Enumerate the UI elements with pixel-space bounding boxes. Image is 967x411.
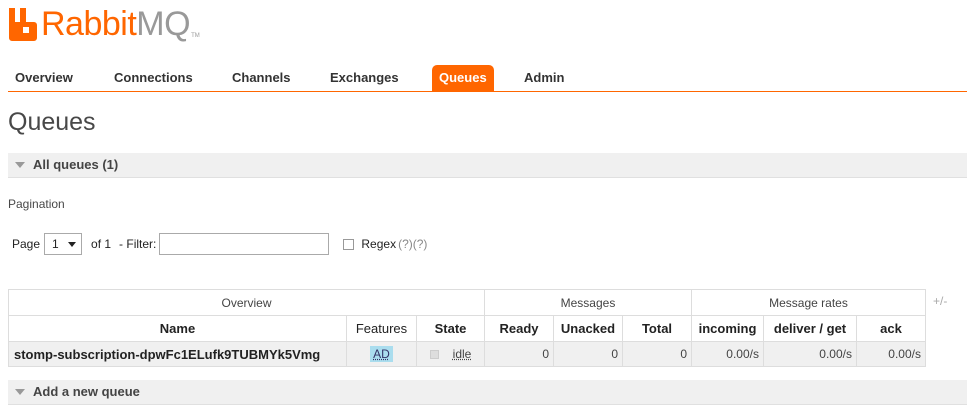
group-header-messages: Messages (484, 289, 692, 316)
queue-ack-rate: 0.00/s (856, 341, 926, 367)
main-nav-tabs: Overview Connections Channels Exchanges … (8, 64, 967, 92)
page-select[interactable]: 1 (44, 233, 83, 255)
logo-wordmark: RabbitMQ (41, 5, 191, 43)
state-indicator-icon (429, 350, 439, 360)
queue-total-value: 0 (622, 341, 692, 367)
group-header-overview: Overview (8, 289, 485, 316)
page-select-value: 1 (52, 237, 59, 251)
queue-state-cell: idle (416, 341, 485, 367)
rabbit-logo-icon (8, 8, 38, 41)
logo-trademark: TM (191, 33, 200, 39)
all-queues-label: All queues (1) (33, 157, 119, 172)
column-header-deliver-get[interactable]: deliver / get (763, 315, 857, 342)
column-header-ack[interactable]: ack (856, 315, 926, 342)
filter-input[interactable] (159, 233, 330, 255)
regex-label: Regex (361, 237, 397, 251)
filter-help-link[interactable]: (?) (413, 237, 428, 251)
column-toggle-link[interactable]: +/- (933, 294, 947, 308)
tab-exchanges[interactable]: Exchanges (323, 64, 406, 91)
table-row[interactable]: stomp-subscription-dpwFc1ELufk9TUBMYk5Vm… (8, 341, 926, 367)
add-queue-label: Add a new queue (33, 384, 140, 399)
queue-state-label: idle (452, 347, 472, 361)
collapse-arrow-icon (15, 162, 25, 168)
queue-name-link[interactable]: stomp-subscription-dpwFc1ELufk9TUBMYk5Vm… (8, 341, 347, 367)
page-count-label: of 1 (91, 237, 112, 251)
feature-badge-ad[interactable]: AD (370, 346, 393, 362)
pagination-label: Pagination (8, 197, 65, 211)
column-header-features: Features (346, 315, 417, 342)
tab-admin[interactable]: Admin (517, 64, 571, 91)
add-queue-section-header[interactable]: Add a new queue (8, 380, 967, 405)
page-label: Page (12, 237, 41, 251)
queue-features-cell: AD (346, 341, 417, 367)
filter-label: - Filter: (119, 237, 157, 251)
queues-table: Overview Messages Message rates Name Fea… (8, 289, 926, 367)
column-header-total[interactable]: Total (622, 315, 692, 342)
collapse-arrow-icon (15, 389, 25, 395)
queue-unacked-value: 0 (553, 341, 623, 367)
tab-queues[interactable]: Queues (432, 65, 494, 92)
tab-connections[interactable]: Connections (107, 64, 200, 91)
regex-help-link[interactable]: (?) (398, 237, 413, 251)
column-header-unacked[interactable]: Unacked (553, 315, 623, 342)
tab-channels[interactable]: Channels (225, 64, 298, 91)
queue-deliver-get-rate: 0.00/s (763, 341, 857, 367)
column-header-state[interactable]: State (416, 315, 485, 342)
page-title: Queues (8, 108, 96, 136)
all-queues-section-header[interactable]: All queues (1) (8, 153, 967, 178)
column-header-name[interactable]: Name (8, 315, 347, 342)
chevron-down-icon (68, 242, 77, 247)
column-header-ready[interactable]: Ready (484, 315, 554, 342)
regex-checkbox[interactable] (343, 238, 355, 250)
tab-overview[interactable]: Overview (8, 64, 80, 91)
queue-ready-value: 0 (484, 341, 554, 367)
column-header-incoming[interactable]: incoming (691, 315, 764, 342)
pagination-filter-row: Page 1 of 1 - Filter: Regex (?) (?) (12, 233, 427, 255)
queue-incoming-rate: 0.00/s (691, 341, 764, 367)
group-header-message-rates: Message rates (691, 289, 926, 316)
rabbitmq-logo[interactable]: RabbitMQ TM (8, 3, 200, 41)
